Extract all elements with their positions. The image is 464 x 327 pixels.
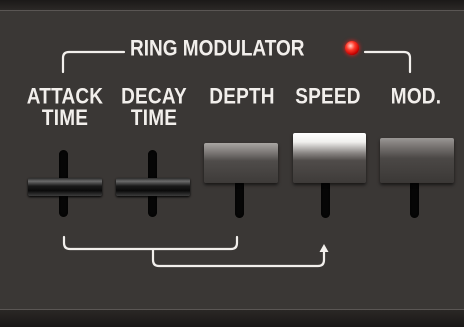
attack-time-slider[interactable] <box>28 178 102 196</box>
depth-label: DEPTH <box>209 84 275 109</box>
speed-slider[interactable] <box>293 133 366 183</box>
speed-label: SPEED <box>295 84 361 109</box>
ring-mod-led-indicator <box>345 41 359 55</box>
decay-time-label: DECAY TIME <box>121 84 187 131</box>
routing-bracket-a <box>62 235 239 251</box>
ring-modulator-panel: RING MODULATOR ATTACK TIME DECAY TIME DE… <box>0 0 464 327</box>
depth-slider[interactable] <box>204 143 278 183</box>
mod-slot <box>410 180 419 218</box>
mod-label: MOD. <box>390 84 442 109</box>
attack-time-label: ATTACK TIME <box>26 84 104 131</box>
speed-slot <box>321 180 330 218</box>
title-bracket-right <box>363 50 412 74</box>
decay-time-slider[interactable] <box>116 178 190 196</box>
depth-slot <box>235 180 244 218</box>
section-title: RING MODULATOR <box>130 36 305 61</box>
mod-slider[interactable] <box>380 138 454 183</box>
routing-bracket-b <box>151 247 326 268</box>
title-bracket-left <box>61 50 126 74</box>
routing-arrow-head <box>319 244 329 252</box>
